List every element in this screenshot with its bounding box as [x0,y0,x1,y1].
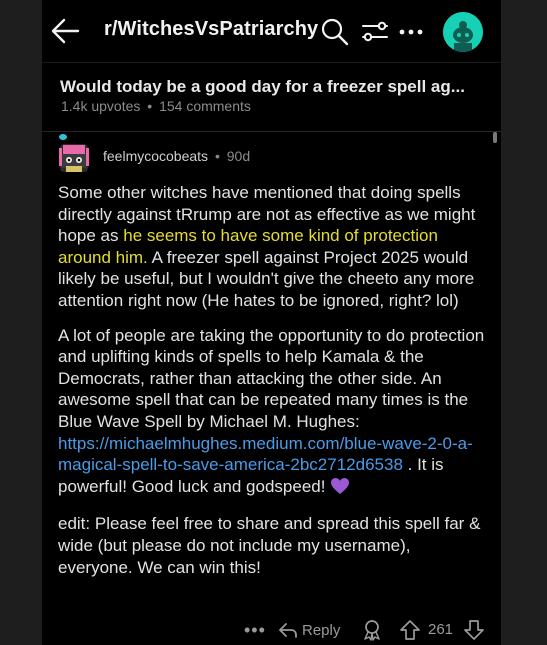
more-icon[interactable] [398,20,428,50]
vote-count: 261 [428,621,454,638]
search-icon[interactable] [320,17,350,47]
comment-paragraph-3: edit: Please feel free to share and spre… [58,514,481,577]
app-panel: r/WitchesVsPatriarchy Would today be a g… [42,0,501,645]
upvote-count: 1.4k upvotes [61,98,141,114]
top-bar: r/WitchesVsPatriarchy [42,0,501,62]
comment-username[interactable]: feelmycocobeats [103,148,208,164]
scrollbar[interactable] [493,132,497,143]
filter-icon[interactable] [360,17,390,47]
comment-body: Some other witches have mentioned that d… [58,182,488,578]
post-divider [42,131,501,132]
reply-button[interactable]: Reply [278,616,340,644]
post-meta: 1.4k upvotes • 154 comments [61,98,251,114]
comment-count: 154 comments [159,98,251,114]
avatar[interactable] [443,12,483,52]
right-margin [501,0,547,645]
upvote-icon [400,620,420,640]
downvote-button[interactable] [463,616,485,644]
downvote-icon [464,620,484,640]
subreddit-title[interactable]: r/WitchesVsPatriarchy [104,18,318,41]
upvote-button[interactable] [399,616,421,644]
award-icon [364,620,380,641]
comment-header: feelmycocobeats • 90d [103,148,250,164]
comment-more-button[interactable]: ••• [244,616,266,644]
comment-avatar[interactable] [54,132,94,176]
meta-separator: • [147,98,153,114]
reply-icon [279,623,297,638]
comment-paragraph-1: Some other witches have mentioned that d… [58,182,488,312]
comment-paragraph-2: A lot of people are taking the opportuni… [58,325,488,501]
purple-heart-icon [330,477,350,501]
comment-actions: ••• Reply 261 [42,616,501,644]
header-divider [42,62,501,63]
post-title[interactable]: Would today be a good day for a freezer … [60,77,490,97]
comment-text: A lot of people are taking the opportuni… [58,325,485,431]
left-margin [0,0,42,645]
award-button[interactable] [361,616,383,644]
reply-label: Reply [302,621,341,639]
comment-age: 90d [226,148,251,164]
back-arrow-icon[interactable] [48,14,82,48]
comment-separator: • [214,148,220,164]
